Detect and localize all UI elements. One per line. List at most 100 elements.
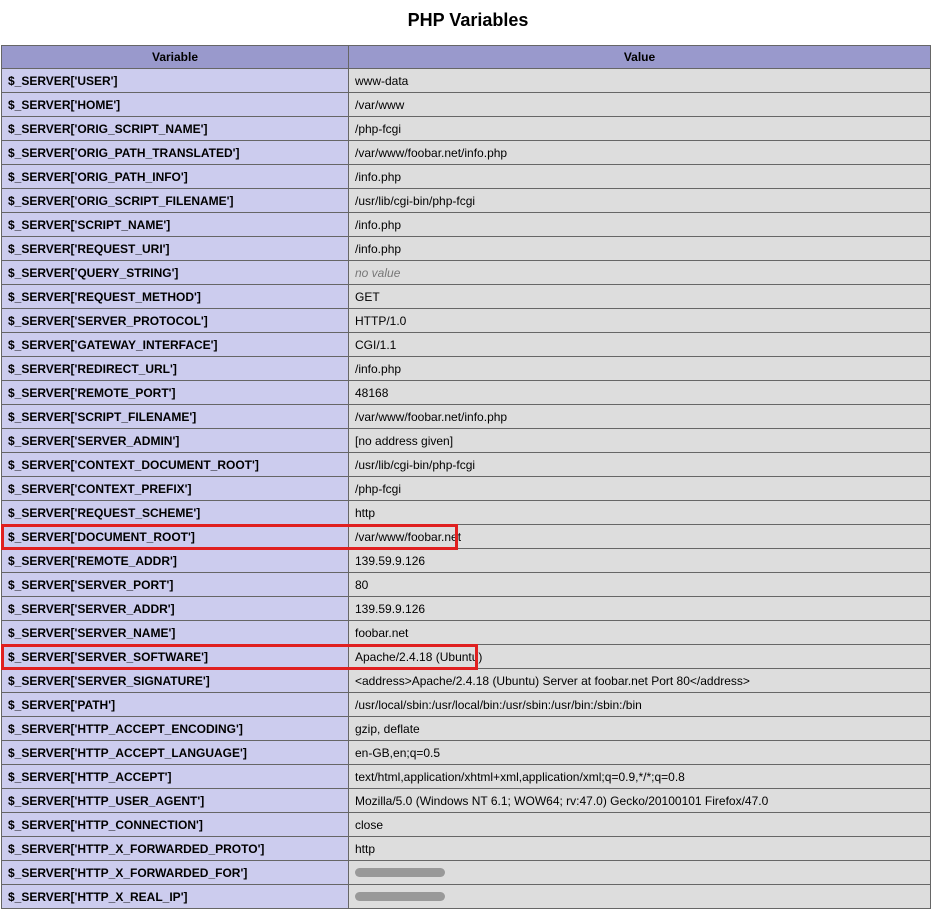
table-row: $_SERVER['ORIG_PATH_INFO']/info.php bbox=[2, 165, 931, 189]
variable-value-cell: en-GB,en;q=0.5 bbox=[349, 741, 931, 765]
variable-value-cell: /info.php bbox=[349, 213, 931, 237]
variable-value-cell: 48168 bbox=[349, 381, 931, 405]
variable-value-cell: 80 bbox=[349, 573, 931, 597]
variable-value-cell: Mozilla/5.0 (Windows NT 6.1; WOW64; rv:4… bbox=[349, 789, 931, 813]
variable-value-cell: /usr/local/sbin:/usr/local/bin:/usr/sbin… bbox=[349, 693, 931, 717]
table-row: $_SERVER['REQUEST_METHOD']GET bbox=[2, 285, 931, 309]
variable-value-cell: 139.59.9.126 bbox=[349, 549, 931, 573]
variable-name-cell: $_SERVER['HTTP_CONNECTION'] bbox=[2, 813, 349, 837]
table-holder: Variable Value $_SERVER['USER']www-data$… bbox=[1, 45, 935, 909]
table-row: $_SERVER['SERVER_PROTOCOL']HTTP/1.0 bbox=[2, 309, 931, 333]
variable-name-cell: $_SERVER['HTTP_X_FORWARDED_FOR'] bbox=[2, 861, 349, 885]
redacted-value bbox=[355, 892, 445, 901]
table-row: $_SERVER['DOCUMENT_ROOT']/var/www/foobar… bbox=[2, 525, 931, 549]
table-row: $_SERVER['SERVER_ADDR']139.59.9.126 bbox=[2, 597, 931, 621]
table-row: $_SERVER['REQUEST_SCHEME']http bbox=[2, 501, 931, 525]
table-row: $_SERVER['SERVER_SOFTWARE']Apache/2.4.18… bbox=[2, 645, 931, 669]
variable-value-cell: /info.php bbox=[349, 357, 931, 381]
variable-name-cell: $_SERVER['REMOTE_PORT'] bbox=[2, 381, 349, 405]
table-row: $_SERVER['QUERY_STRING']no value bbox=[2, 261, 931, 285]
variable-name-cell: $_SERVER['HTTP_ACCEPT_LANGUAGE'] bbox=[2, 741, 349, 765]
table-row: $_SERVER['CONTEXT_PREFIX']/php-fcgi bbox=[2, 477, 931, 501]
variable-name-cell: $_SERVER['SERVER_ADDR'] bbox=[2, 597, 349, 621]
table-row: $_SERVER['HTTP_ACCEPT_ENCODING']gzip, de… bbox=[2, 717, 931, 741]
variable-name-cell: $_SERVER['HOME'] bbox=[2, 93, 349, 117]
table-row: $_SERVER['ORIG_PATH_TRANSLATED']/var/www… bbox=[2, 141, 931, 165]
variable-value-cell: /php-fcgi bbox=[349, 477, 931, 501]
table-row: $_SERVER['SERVER_NAME']foobar.net bbox=[2, 621, 931, 645]
variable-value-cell: foobar.net bbox=[349, 621, 931, 645]
table-row: $_SERVER['GATEWAY_INTERFACE']CGI/1.1 bbox=[2, 333, 931, 357]
table-row: $_SERVER['SERVER_ADMIN'][no address give… bbox=[2, 429, 931, 453]
variable-value-cell: Apache/2.4.18 (Ubuntu) bbox=[349, 645, 931, 669]
table-row: $_SERVER['USER']www-data bbox=[2, 69, 931, 93]
variable-value-cell: CGI/1.1 bbox=[349, 333, 931, 357]
variable-name-cell: $_SERVER['QUERY_STRING'] bbox=[2, 261, 349, 285]
variable-name-cell: $_SERVER['PATH'] bbox=[2, 693, 349, 717]
variable-value-cell: 139.59.9.126 bbox=[349, 597, 931, 621]
table-row: $_SERVER['HTTP_X_FORWARDED_PROTO']http bbox=[2, 837, 931, 861]
variable-name-cell: $_SERVER['ORIG_SCRIPT_FILENAME'] bbox=[2, 189, 349, 213]
col-header-variable: Variable bbox=[2, 46, 349, 69]
variable-name-cell: $_SERVER['ORIG_PATH_INFO'] bbox=[2, 165, 349, 189]
variable-value-cell: /var/www/foobar.net/info.php bbox=[349, 405, 931, 429]
variable-name-cell: $_SERVER['REDIRECT_URL'] bbox=[2, 357, 349, 381]
variable-name-cell: $_SERVER['ORIG_PATH_TRANSLATED'] bbox=[2, 141, 349, 165]
variable-value-cell: /usr/lib/cgi-bin/php-fcgi bbox=[349, 453, 931, 477]
variable-value-cell: /usr/lib/cgi-bin/php-fcgi bbox=[349, 189, 931, 213]
variable-name-cell: $_SERVER['CONTEXT_DOCUMENT_ROOT'] bbox=[2, 453, 349, 477]
variable-name-cell: $_SERVER['CONTEXT_PREFIX'] bbox=[2, 477, 349, 501]
table-row: $_SERVER['HOME']/var/www bbox=[2, 93, 931, 117]
variable-value-cell: no value bbox=[349, 261, 931, 285]
table-row: $_SERVER['SCRIPT_FILENAME']/var/www/foob… bbox=[2, 405, 931, 429]
variable-name-cell: $_SERVER['SERVER_PORT'] bbox=[2, 573, 349, 597]
variable-value-cell bbox=[349, 885, 931, 909]
variable-name-cell: $_SERVER['USER'] bbox=[2, 69, 349, 93]
php-variables-table: Variable Value $_SERVER['USER']www-data$… bbox=[1, 45, 931, 909]
table-row: $_SERVER['PATH']/usr/local/sbin:/usr/loc… bbox=[2, 693, 931, 717]
variable-value-cell: /var/www bbox=[349, 93, 931, 117]
variable-value-cell: http bbox=[349, 837, 931, 861]
variable-value-cell: GET bbox=[349, 285, 931, 309]
table-row: $_SERVER['HTTP_ACCEPT_LANGUAGE']en-GB,en… bbox=[2, 741, 931, 765]
table-row: $_SERVER['CONTEXT_DOCUMENT_ROOT']/usr/li… bbox=[2, 453, 931, 477]
variable-value-cell: [no address given] bbox=[349, 429, 931, 453]
variable-value-cell: /var/www/foobar.net bbox=[349, 525, 931, 549]
table-row: $_SERVER['HTTP_USER_AGENT']Mozilla/5.0 (… bbox=[2, 789, 931, 813]
variable-value-cell: /var/www/foobar.net/info.php bbox=[349, 141, 931, 165]
variable-name-cell: $_SERVER['SERVER_ADMIN'] bbox=[2, 429, 349, 453]
redacted-value bbox=[355, 868, 445, 877]
variable-value-cell: /php-fcgi bbox=[349, 117, 931, 141]
variable-value-cell: http bbox=[349, 501, 931, 525]
variable-name-cell: $_SERVER['HTTP_ACCEPT_ENCODING'] bbox=[2, 717, 349, 741]
variable-name-cell: $_SERVER['REQUEST_SCHEME'] bbox=[2, 501, 349, 525]
variable-value-cell: /info.php bbox=[349, 165, 931, 189]
table-row: $_SERVER['SERVER_PORT']80 bbox=[2, 573, 931, 597]
table-row: $_SERVER['ORIG_SCRIPT_FILENAME']/usr/lib… bbox=[2, 189, 931, 213]
variable-name-cell: $_SERVER['DOCUMENT_ROOT'] bbox=[2, 525, 349, 549]
variable-name-cell: $_SERVER['HTTP_X_REAL_IP'] bbox=[2, 885, 349, 909]
variable-name-cell: $_SERVER['SCRIPT_FILENAME'] bbox=[2, 405, 349, 429]
variable-name-cell: $_SERVER['SERVER_PROTOCOL'] bbox=[2, 309, 349, 333]
variable-name-cell: $_SERVER['HTTP_ACCEPT'] bbox=[2, 765, 349, 789]
variable-name-cell: $_SERVER['GATEWAY_INTERFACE'] bbox=[2, 333, 349, 357]
variable-name-cell: $_SERVER['SERVER_SOFTWARE'] bbox=[2, 645, 349, 669]
variable-name-cell: $_SERVER['REMOTE_ADDR'] bbox=[2, 549, 349, 573]
table-row: $_SERVER['HTTP_ACCEPT']text/html,applica… bbox=[2, 765, 931, 789]
variable-name-cell: $_SERVER['HTTP_USER_AGENT'] bbox=[2, 789, 349, 813]
table-row: $_SERVER['HTTP_X_REAL_IP'] bbox=[2, 885, 931, 909]
col-header-value: Value bbox=[349, 46, 931, 69]
table-row: $_SERVER['REMOTE_ADDR']139.59.9.126 bbox=[2, 549, 931, 573]
variable-name-cell: $_SERVER['REQUEST_METHOD'] bbox=[2, 285, 349, 309]
variable-value-cell: /info.php bbox=[349, 237, 931, 261]
variable-name-cell: $_SERVER['HTTP_X_FORWARDED_PROTO'] bbox=[2, 837, 349, 861]
variable-value-cell: HTTP/1.0 bbox=[349, 309, 931, 333]
variable-value-cell: close bbox=[349, 813, 931, 837]
variable-value-cell: www-data bbox=[349, 69, 931, 93]
variable-name-cell: $_SERVER['SERVER_NAME'] bbox=[2, 621, 349, 645]
table-row: $_SERVER['SCRIPT_NAME']/info.php bbox=[2, 213, 931, 237]
variable-value-cell bbox=[349, 861, 931, 885]
table-row: $_SERVER['HTTP_X_FORWARDED_FOR'] bbox=[2, 861, 931, 885]
table-row: $_SERVER['REMOTE_PORT']48168 bbox=[2, 381, 931, 405]
table-row: $_SERVER['REQUEST_URI']/info.php bbox=[2, 237, 931, 261]
